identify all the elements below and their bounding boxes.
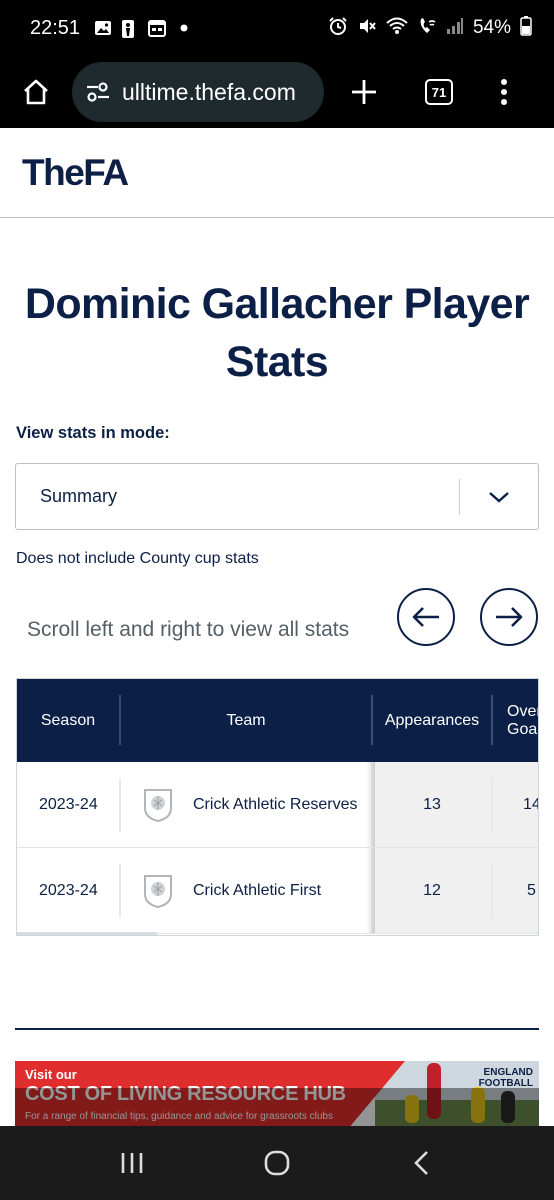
back-icon bbox=[413, 1151, 428, 1175]
site-header: TheFA bbox=[0, 128, 554, 218]
ad-banner[interactable]: Visit our COST OF LIVING RESOURCE HUB Fo… bbox=[15, 1061, 539, 1126]
brand-line1: ENGLAND bbox=[483, 1067, 533, 1078]
site-settings-icon[interactable] bbox=[84, 78, 112, 106]
section-divider bbox=[15, 1028, 539, 1030]
table-header: Season Team Appearances Over Goa bbox=[17, 679, 539, 762]
plus-icon bbox=[352, 80, 376, 104]
cell-divider bbox=[491, 864, 493, 918]
table-scrollbar[interactable] bbox=[17, 932, 157, 935]
club-crest-icon bbox=[143, 848, 173, 934]
scroll-hint: Scroll left and right to view all stats bbox=[27, 618, 350, 641]
scroll-left-button[interactable] bbox=[397, 588, 455, 646]
header-overall-line2: Goa bbox=[507, 720, 538, 738]
calendar-icon bbox=[148, 19, 167, 37]
cell-appearances: 12 bbox=[423, 882, 441, 899]
club-crest-icon bbox=[143, 762, 173, 848]
nba-icon bbox=[121, 19, 139, 38]
arrow-left-icon bbox=[412, 607, 439, 627]
tab-count: 71 bbox=[425, 79, 453, 105]
home-button[interactable] bbox=[0, 56, 72, 128]
disclaimer-text: Does not include County cup stats bbox=[16, 550, 259, 567]
arrow-right-icon bbox=[496, 607, 523, 627]
table-row[interactable]: 2023-24 Crick Athletic Reserves 13 14 bbox=[17, 762, 538, 848]
cell-goals: 5 bbox=[527, 882, 536, 899]
cell-goals: 14 bbox=[523, 796, 538, 813]
signal-icon bbox=[446, 17, 464, 40]
chevron-down-icon bbox=[460, 463, 538, 530]
mode-label: View stats in mode: bbox=[16, 424, 170, 442]
page-title: Dominic Gallacher Player Stats bbox=[24, 280, 530, 386]
home-icon bbox=[24, 79, 48, 105]
cell-appearances: 13 bbox=[423, 796, 441, 813]
mode-select-value: Summary bbox=[40, 486, 118, 506]
alarm-icon bbox=[328, 16, 348, 41]
england-football-logo: ENGLAND FOOTBALL bbox=[479, 1067, 533, 1089]
recent-apps-button[interactable] bbox=[102, 1133, 162, 1193]
battery-icon bbox=[520, 15, 532, 41]
cell-season: 2023-24 bbox=[39, 882, 98, 899]
mode-select[interactable]: Summary bbox=[15, 463, 539, 530]
mute-icon bbox=[357, 16, 377, 41]
battery-percent: 54% bbox=[472, 17, 511, 38]
header-overall-goals[interactable]: Over Goa bbox=[493, 679, 539, 762]
new-tab-button[interactable] bbox=[324, 56, 404, 128]
back-button[interactable] bbox=[392, 1133, 452, 1193]
ad-small-text: Visit our bbox=[25, 1067, 77, 1082]
scroll-right-button[interactable] bbox=[480, 588, 538, 646]
header-appearances[interactable]: Appearances bbox=[373, 679, 491, 762]
address-bar[interactable]: ulltime.thefa.com bbox=[72, 62, 324, 122]
gallery-icon bbox=[94, 19, 112, 37]
stats-table[interactable]: Season Team Appearances Over Goa 2023-24 bbox=[16, 678, 539, 936]
site-logo[interactable]: TheFA bbox=[22, 152, 129, 194]
home-circle-icon bbox=[264, 1150, 290, 1176]
header-overall-line1: Over bbox=[507, 702, 539, 720]
cell-team[interactable]: Crick Athletic First bbox=[193, 848, 321, 934]
cell-divider bbox=[119, 864, 121, 918]
cell-team[interactable]: Crick Athletic Reserves bbox=[193, 762, 358, 848]
system-nav-bar bbox=[0, 1126, 554, 1200]
dot-icon bbox=[175, 19, 193, 37]
web-page: TheFA Dominic Gallacher Player Stats Vie… bbox=[0, 128, 554, 1126]
header-team[interactable]: Team bbox=[121, 679, 371, 762]
recents-icon bbox=[122, 1153, 143, 1173]
status-bar: 22:51 54% bbox=[0, 0, 554, 56]
status-time: 22:51 bbox=[30, 16, 81, 39]
browser-toolbar: ulltime.thefa.com 71 bbox=[0, 56, 554, 128]
tab-switcher-button[interactable]: 71 bbox=[404, 56, 474, 128]
wifi-call-icon bbox=[417, 16, 437, 41]
ad-overlay bbox=[15, 1088, 539, 1126]
cell-divider bbox=[119, 778, 121, 832]
cell-divider bbox=[491, 778, 493, 832]
url-text: ulltime.thefa.com bbox=[122, 78, 296, 105]
header-season[interactable]: Season bbox=[17, 679, 119, 762]
table-row[interactable]: 2023-24 Crick Athletic First 12 5 bbox=[17, 848, 538, 934]
home-nav-button[interactable] bbox=[247, 1133, 307, 1193]
menu-button[interactable] bbox=[474, 56, 534, 128]
wifi-icon bbox=[386, 16, 408, 41]
more-vert-icon bbox=[501, 79, 507, 105]
cell-season: 2023-24 bbox=[39, 796, 98, 813]
